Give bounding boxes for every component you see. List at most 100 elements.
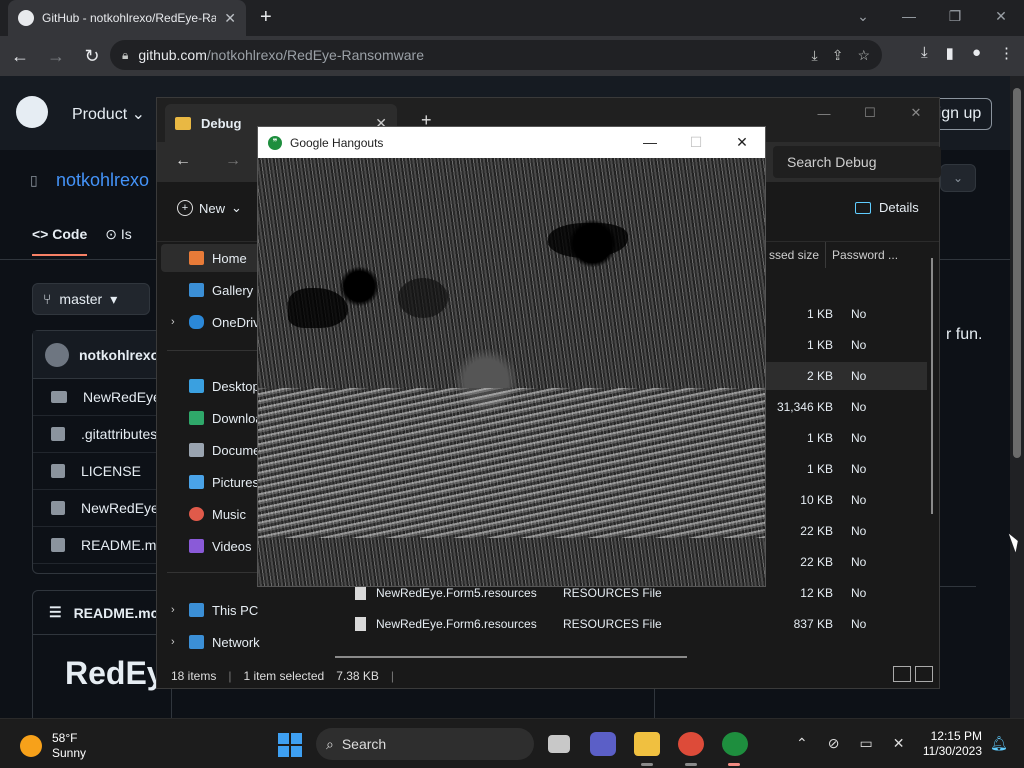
notification-bell-icon[interactable]: 🔔︎: [990, 735, 1008, 752]
list-icon[interactable]: ☰: [49, 604, 62, 621]
hangouts-taskbar-icon[interactable]: [722, 732, 748, 756]
menu-kebab-icon[interactable]: ⋮: [999, 44, 1014, 62]
taskbar-search[interactable]: ⌕ Search: [316, 728, 534, 760]
maximize-button[interactable]: ☐: [847, 98, 893, 128]
close-tab-icon[interactable]: ✕: [224, 10, 236, 27]
cloud-icon: [189, 315, 204, 329]
compressed-size: 2 KB: [806, 369, 833, 383]
side-panel-icon[interactable]: ▮: [946, 44, 954, 62]
repo-owner-link[interactable]: notkohlrexo: [56, 170, 149, 191]
tab-issues[interactable]: ⊙ Is: [105, 226, 132, 256]
install-app-icon[interactable]: ⤓: [812, 47, 818, 64]
product-menu[interactable]: Product ⌄: [72, 104, 145, 124]
tab-title: GitHub - notkohlrexo/RedEye-Ra: [42, 11, 217, 25]
weather-condition: Sunny: [52, 746, 87, 760]
commit-author[interactable]: notkohlrexo: [79, 347, 159, 363]
file-list: notkohlrexo NewRedEye .gitattributes LIC…: [32, 330, 172, 574]
gallery-icon: [189, 283, 204, 297]
bookmark-star-icon[interactable]: ☆: [857, 47, 870, 64]
page-scrollbar[interactable]: [1010, 76, 1024, 718]
list-item[interactable]: README.mc: [33, 527, 171, 564]
profile-icon[interactable]: ●: [972, 44, 981, 62]
selection-count: 1 item selected: [243, 669, 325, 683]
explorer-window-controls: — ☐ ✕: [801, 98, 939, 128]
clock[interactable]: 12:15 PM 11/30/2023: [914, 729, 982, 759]
chevron-up-icon[interactable]: ⌃: [796, 735, 808, 752]
repo-action-dropdown[interactable]: ⌄: [940, 164, 976, 192]
forward-button[interactable]: →: [40, 40, 72, 72]
branch-selector[interactable]: ⑂ master ▾: [32, 283, 150, 315]
details-pane-button[interactable]: Details: [855, 200, 919, 215]
compressed-size: 1 KB: [806, 431, 833, 445]
readme-header: ☰ README.mc: [33, 591, 171, 635]
minimize-button[interactable]: —: [886, 0, 932, 32]
file-type: RESOURCES File: [563, 586, 662, 600]
hangouts-window: ❞ Google Hangouts — ☐ ✕: [257, 126, 766, 587]
branch-icon: ⑂: [43, 291, 52, 307]
close-window-button[interactable]: ✕: [719, 127, 765, 157]
sidebar-item-network[interactable]: › Network: [171, 628, 311, 656]
scrollbar-thumb[interactable]: [1013, 88, 1021, 458]
back-button[interactable]: ←: [4, 40, 36, 72]
teams-icon[interactable]: [590, 732, 616, 756]
sidebar-item-this-pc[interactable]: › This PC: [171, 596, 311, 624]
chevron-right-icon[interactable]: ›: [171, 604, 175, 616]
hangouts-titlebar: ❞ Google Hangouts — ☐ ✕: [258, 127, 765, 158]
chevron-right-icon[interactable]: ›: [171, 636, 175, 648]
file-explorer-icon[interactable]: [634, 732, 660, 756]
chrome-icon[interactable]: [678, 732, 704, 756]
close-window-button[interactable]: ✕: [978, 0, 1024, 32]
list-item[interactable]: NewRedEye.: [33, 490, 171, 527]
volume-mute-icon[interactable]: ✕: [893, 735, 905, 752]
list-item[interactable]: LICENSE: [33, 453, 171, 490]
share-icon[interactable]: ⇪: [832, 47, 844, 64]
new-tab-button[interactable]: +: [260, 6, 272, 29]
folder-icon: [51, 391, 67, 403]
list-item[interactable]: NewRedEye: [33, 379, 171, 416]
address-bar[interactable]: 🔒︎ github.com/notkohlrexo/RedEye-Ransomw…: [110, 40, 882, 70]
chevron-right-icon[interactable]: ›: [171, 316, 175, 328]
search-input[interactable]: Search Debug: [773, 146, 941, 178]
sun-icon: [20, 735, 42, 757]
new-button[interactable]: + New ⌄: [177, 200, 242, 216]
downloads-icon[interactable]: ⤓: [921, 44, 928, 62]
minimize-button[interactable]: —: [801, 98, 847, 128]
pictures-icon: [189, 475, 204, 489]
restore-button[interactable]: ❐: [932, 0, 978, 32]
display-icon[interactable]: ▭: [859, 735, 872, 752]
maximize-button[interactable]: ☐: [673, 127, 719, 157]
start-button[interactable]: [278, 733, 302, 757]
back-arrow-icon[interactable]: ←: [175, 152, 191, 170]
tab-code[interactable]: <> Code: [32, 226, 88, 256]
latest-commit-bar: notkohlrexo: [33, 331, 171, 379]
explorer-tab-title: Debug: [201, 115, 242, 131]
selection-size: 7.38 KB: [336, 669, 379, 683]
system-tray: ⌃ ⊘ ▭ ✕: [796, 735, 904, 752]
video-dark-patch: [288, 288, 348, 328]
chevron-down-icon[interactable]: ⌄: [840, 0, 886, 32]
vertical-scrollbar[interactable]: [931, 258, 933, 514]
close-window-button[interactable]: ✕: [893, 98, 939, 128]
video-dark-patch: [398, 278, 448, 318]
avatar[interactable]: [45, 342, 69, 367]
task-view-icon[interactable]: [548, 735, 570, 753]
compressed-size: 22 KB: [800, 524, 833, 538]
minimize-button[interactable]: —: [627, 127, 673, 157]
column-header-password[interactable]: Password ...: [825, 242, 904, 268]
github-logo-icon[interactable]: [16, 96, 48, 128]
weather-widget[interactable]: 58°F Sunny: [20, 731, 86, 761]
reload-button[interactable]: ↻: [76, 40, 108, 72]
column-header-compressed-size[interactable]: ssed size: [763, 242, 825, 268]
plus-icon: +: [177, 200, 193, 216]
camera-off-icon[interactable]: ⊘: [828, 735, 840, 752]
video-feed: [258, 158, 765, 586]
details-view-button[interactable]: [893, 666, 911, 682]
browser-tab[interactable]: GitHub - notkohlrexo/RedEye-Ra ✕: [8, 0, 246, 36]
network-icon: [189, 635, 204, 649]
forward-arrow-icon[interactable]: →: [225, 152, 241, 170]
list-item[interactable]: .gitattributes: [33, 416, 171, 453]
table-row[interactable]: NewRedEye.Form6.resources RESOURCES File 8…: [317, 610, 927, 638]
horizontal-scrollbar[interactable]: [335, 656, 687, 658]
tiles-view-button[interactable]: [915, 666, 933, 682]
compressed-size: 12 KB: [800, 586, 833, 600]
